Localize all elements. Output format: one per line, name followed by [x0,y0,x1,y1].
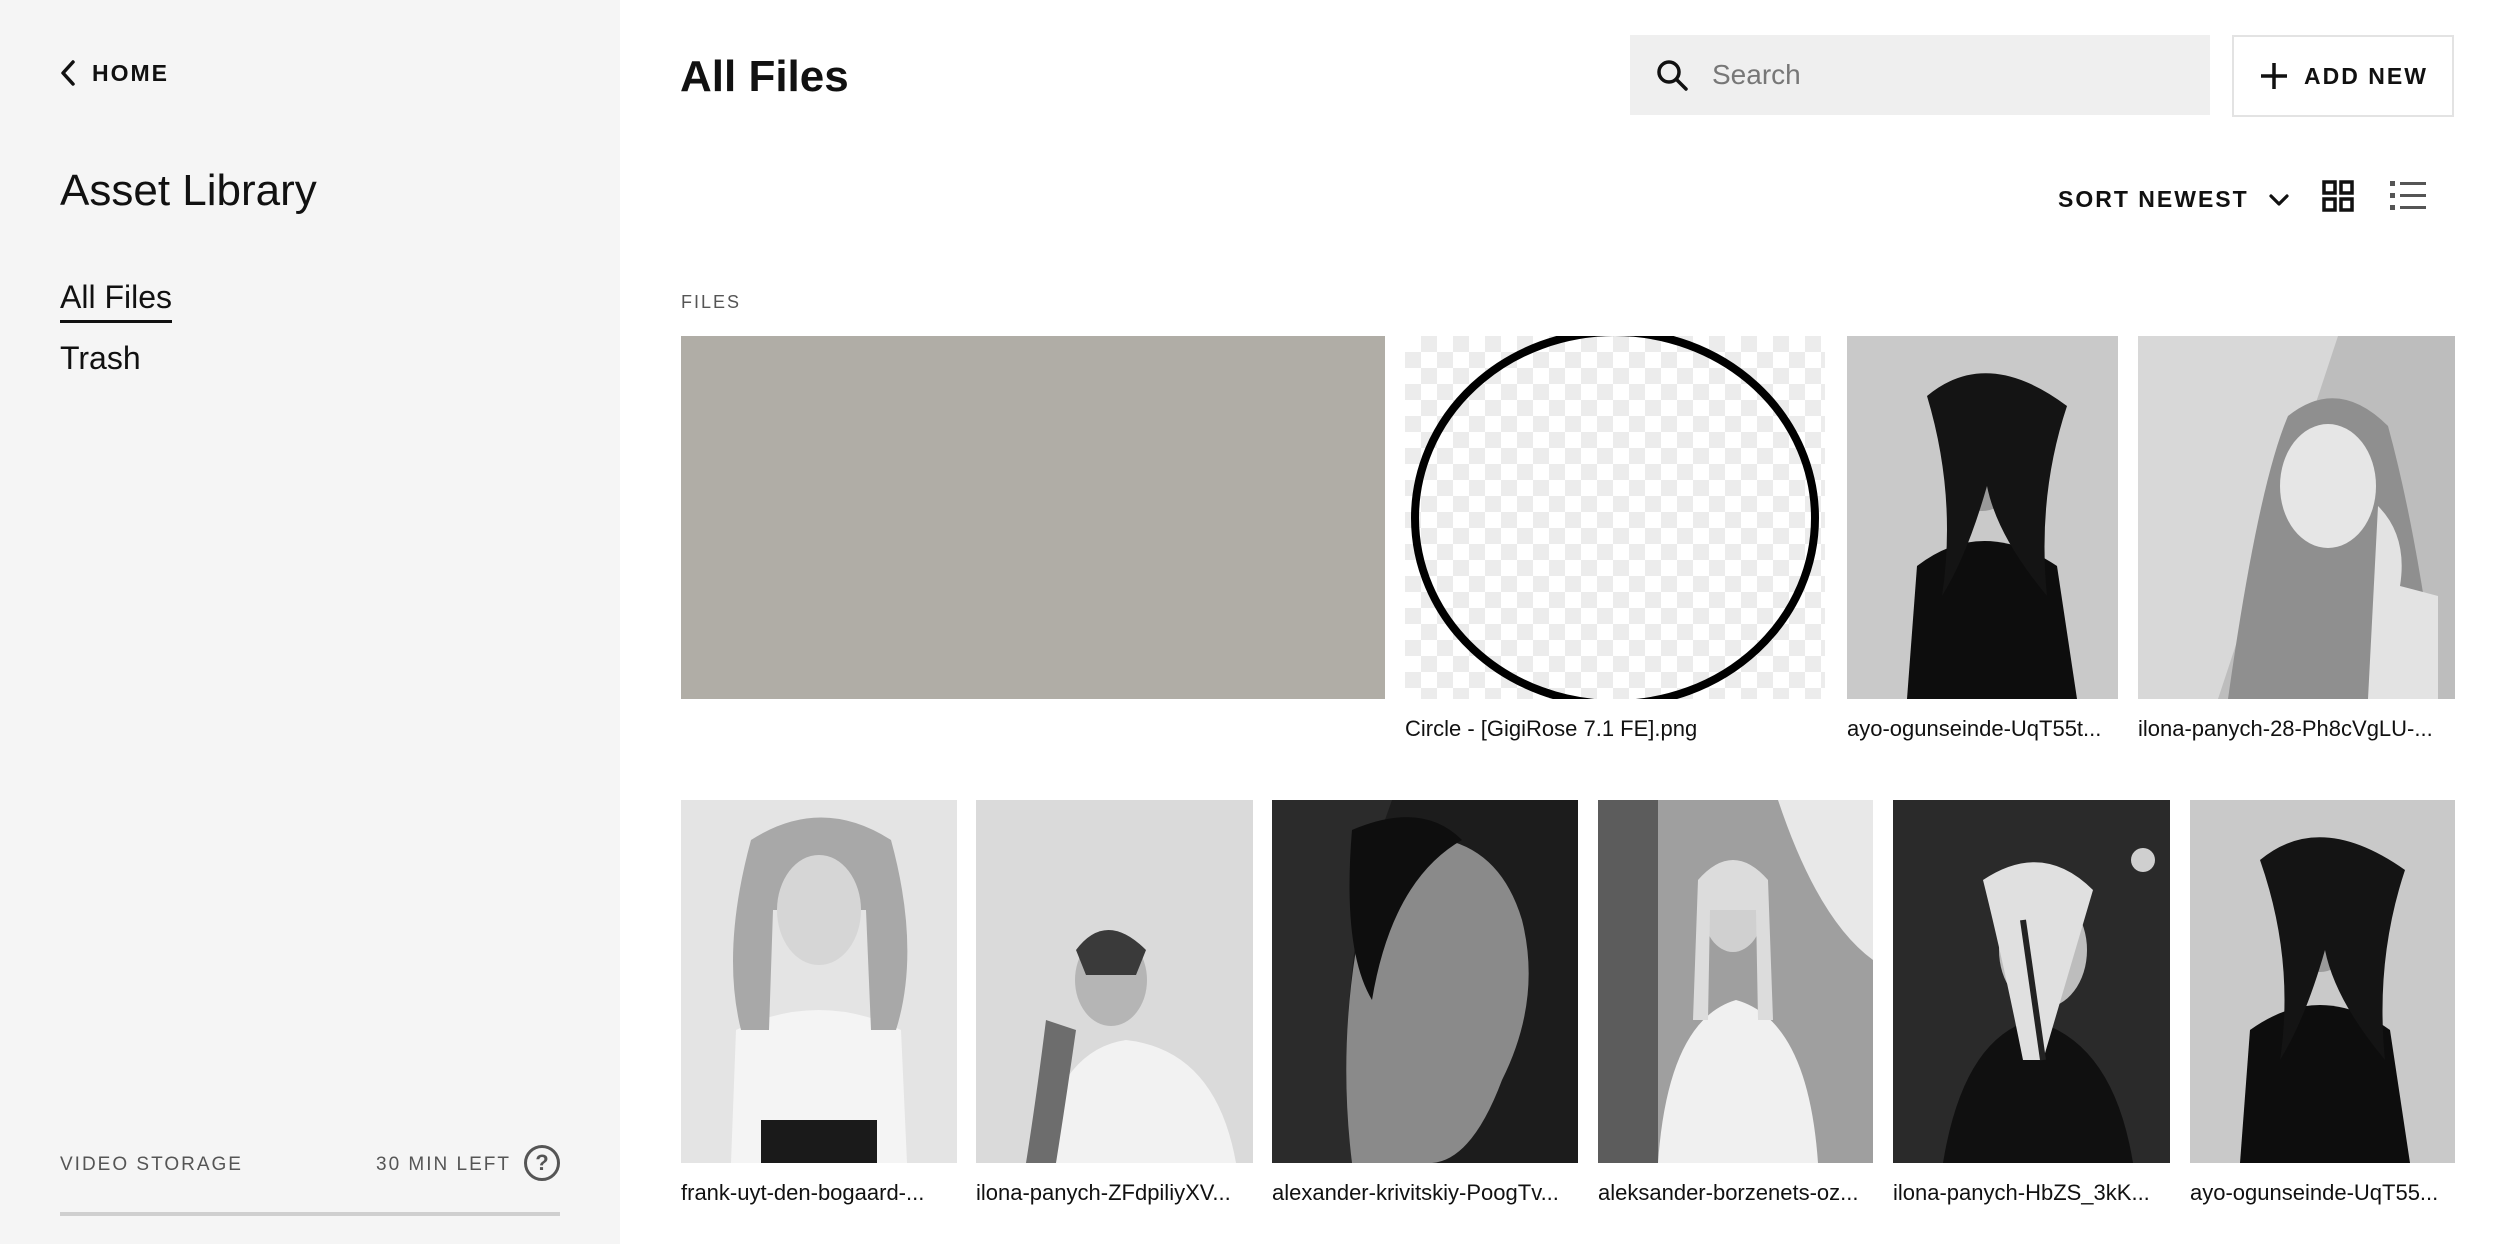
portrait-photo [1272,800,1578,1163]
portrait-photo [1598,800,1873,1163]
portrait-photo [1893,800,2170,1163]
home-link[interactable]: HOME [58,58,169,88]
sort-label: SORT NEWEST [2058,186,2249,212]
portrait-photo [1847,336,2118,699]
video-storage-label: VIDEO STORAGE [60,1154,243,1175]
chevron-left-icon [61,60,75,86]
file-name: frank-uyt-den-bogaard-... [681,1180,925,1205]
file-tile[interactable] [681,336,1385,699]
file-tile[interactable] [1847,336,2118,699]
sort-dropdown[interactable]: SORT NEWEST [2058,186,2291,213]
file-tile[interactable] [1598,800,1873,1163]
file-tile[interactable] [976,800,1253,1163]
file-tile[interactable] [2138,336,2455,699]
file-name: Circle - [GigiRose 7.1 FE].png [1405,716,1698,741]
search-input[interactable] [1712,59,2192,91]
file-name: ilona-panych-HbZS_3kK... [1893,1180,2150,1205]
video-storage-remaining: 30 MIN LEFT [376,1154,511,1175]
nav-item-trash[interactable]: Trash [60,340,141,377]
portrait-photo [681,800,957,1163]
grid-view-icon[interactable] [2322,180,2354,212]
portrait-photo [2138,336,2455,699]
search-icon [1657,60,1688,91]
sidebar-title: Asset Library [60,166,317,215]
portrait-photo [976,800,1253,1163]
circle-image [1411,336,1819,699]
file-name: aleksander-borzenets-oz... [1598,1180,1859,1205]
add-new-button[interactable]: ADD NEW [2232,35,2454,117]
file-name: alexander-krivitskiy-PoogTv... [1272,1180,1559,1205]
sidebar: HOME Asset Library All Files Trash VIDEO… [0,0,620,1244]
home-label: HOME [92,59,169,86]
video-storage-bar-fill [60,1212,560,1216]
file-name: ayo-ogunseinde-UqT55t... [1847,716,2102,741]
add-new-label: ADD NEW [2304,62,2428,89]
file-tile[interactable] [1272,800,1578,1163]
file-name: ayo-ogunseinde-UqT55... [2190,1180,2439,1205]
question-circle-icon[interactable]: ? [524,1145,560,1181]
file-tile[interactable] [2190,800,2455,1163]
search-box[interactable] [1630,35,2210,115]
file-name: ilona-panych-ZFdpiliyXV... [976,1180,1231,1205]
plus-icon [2261,63,2288,89]
file-tile[interactable] [681,800,957,1163]
page-title: All Files [680,52,849,101]
files-section-label: FILES [681,292,742,312]
nav-item-all-files[interactable]: All Files [60,279,173,323]
list-view-icon[interactable] [2390,180,2426,212]
video-storage-bar [60,1212,560,1216]
file-tile[interactable] [1405,336,1825,699]
file-name: ilona-panych-28-Ph8cVgLU-... [2138,716,2433,741]
portrait-photo [2190,800,2455,1163]
file-tile[interactable] [1893,800,2170,1163]
chevron-down-icon [2269,193,2289,206]
